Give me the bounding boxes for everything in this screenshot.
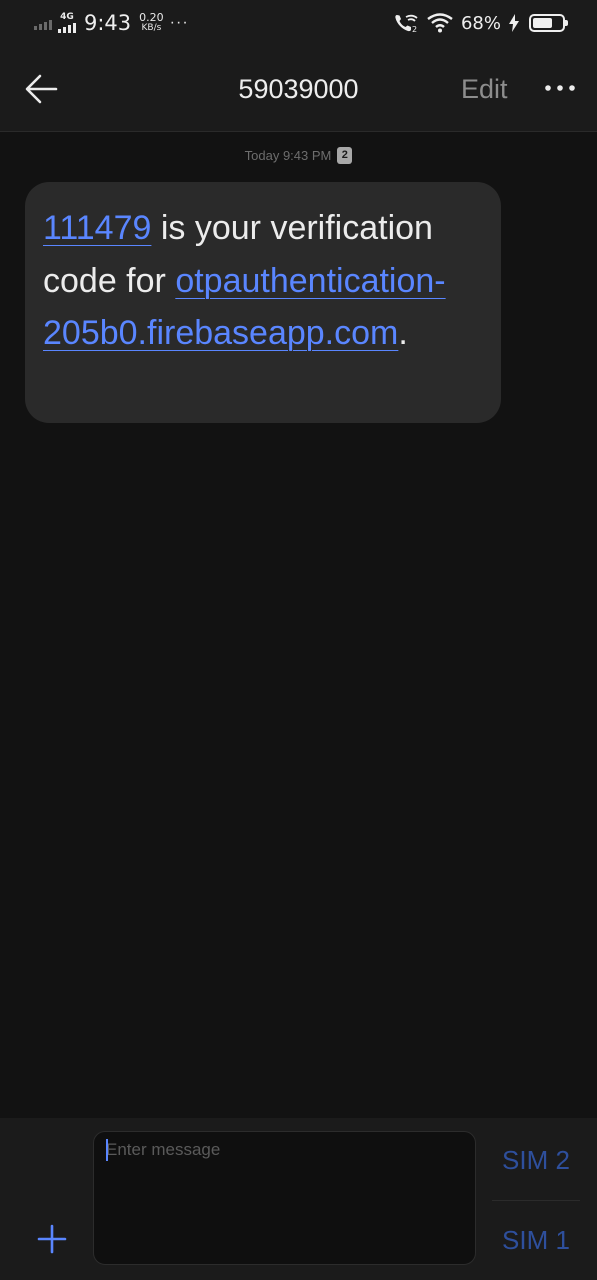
back-button[interactable] bbox=[22, 72, 60, 106]
wifi-calling-icon: 2 bbox=[395, 14, 418, 34]
more-options-button[interactable] bbox=[540, 76, 580, 100]
network-type: 4G bbox=[60, 12, 74, 22]
status-right: 2 68% bbox=[393, 10, 568, 36]
more-notifications-icon: ··· bbox=[169, 14, 189, 31]
send-sim1-button[interactable]: SIM 1 bbox=[492, 1202, 580, 1278]
edit-button[interactable]: Edit bbox=[461, 74, 508, 105]
message-text-end: . bbox=[398, 314, 408, 352]
battery-icon bbox=[529, 14, 568, 32]
status-bar: 4G 9:43 0.20 KB/s ··· 2 68% bbox=[0, 0, 597, 46]
add-attachment-button[interactable] bbox=[36, 1223, 68, 1255]
text-cursor bbox=[106, 1139, 108, 1161]
message-timestamp-row: Today 9:43 PM 2 bbox=[0, 147, 597, 164]
sim1-signal-icon bbox=[34, 16, 52, 30]
message-input[interactable] bbox=[93, 1131, 476, 1265]
message-bubble[interactable]: 111479 is your verification code for otp… bbox=[25, 182, 501, 423]
verification-code-link[interactable]: 111479 bbox=[43, 209, 151, 247]
network-speed: 0.20 KB/s bbox=[139, 12, 164, 34]
sim-badge: 2 bbox=[337, 147, 353, 164]
back-arrow-icon bbox=[25, 74, 58, 104]
plus-icon bbox=[37, 1224, 67, 1254]
svg-text:2: 2 bbox=[412, 25, 417, 34]
message-timestamp: Today 9:43 PM bbox=[244, 148, 332, 163]
speed-unit: KB/s bbox=[141, 23, 162, 33]
battery-percent: 68% bbox=[460, 12, 501, 34]
messaging-screen: 4G 9:43 0.20 KB/s ··· 2 68% 59039000 Edi… bbox=[0, 0, 597, 1280]
charging-icon bbox=[509, 14, 519, 32]
sim2-signal-icon: 4G bbox=[58, 13, 76, 33]
conversation-header: 59039000 Edit bbox=[0, 46, 597, 132]
battery-fill bbox=[533, 18, 552, 28]
more-icon bbox=[545, 85, 575, 91]
speed-value: 0.20 bbox=[139, 11, 164, 24]
send-sim2-button[interactable]: SIM 2 bbox=[492, 1122, 580, 1198]
sim-divider bbox=[492, 1200, 580, 1201]
message-text: 111479 is your verification code for otp… bbox=[43, 202, 483, 360]
status-left: 4G 9:43 0.20 KB/s ··· bbox=[34, 10, 189, 36]
status-time: 9:43 bbox=[84, 11, 132, 35]
wifi-icon bbox=[427, 13, 453, 33]
